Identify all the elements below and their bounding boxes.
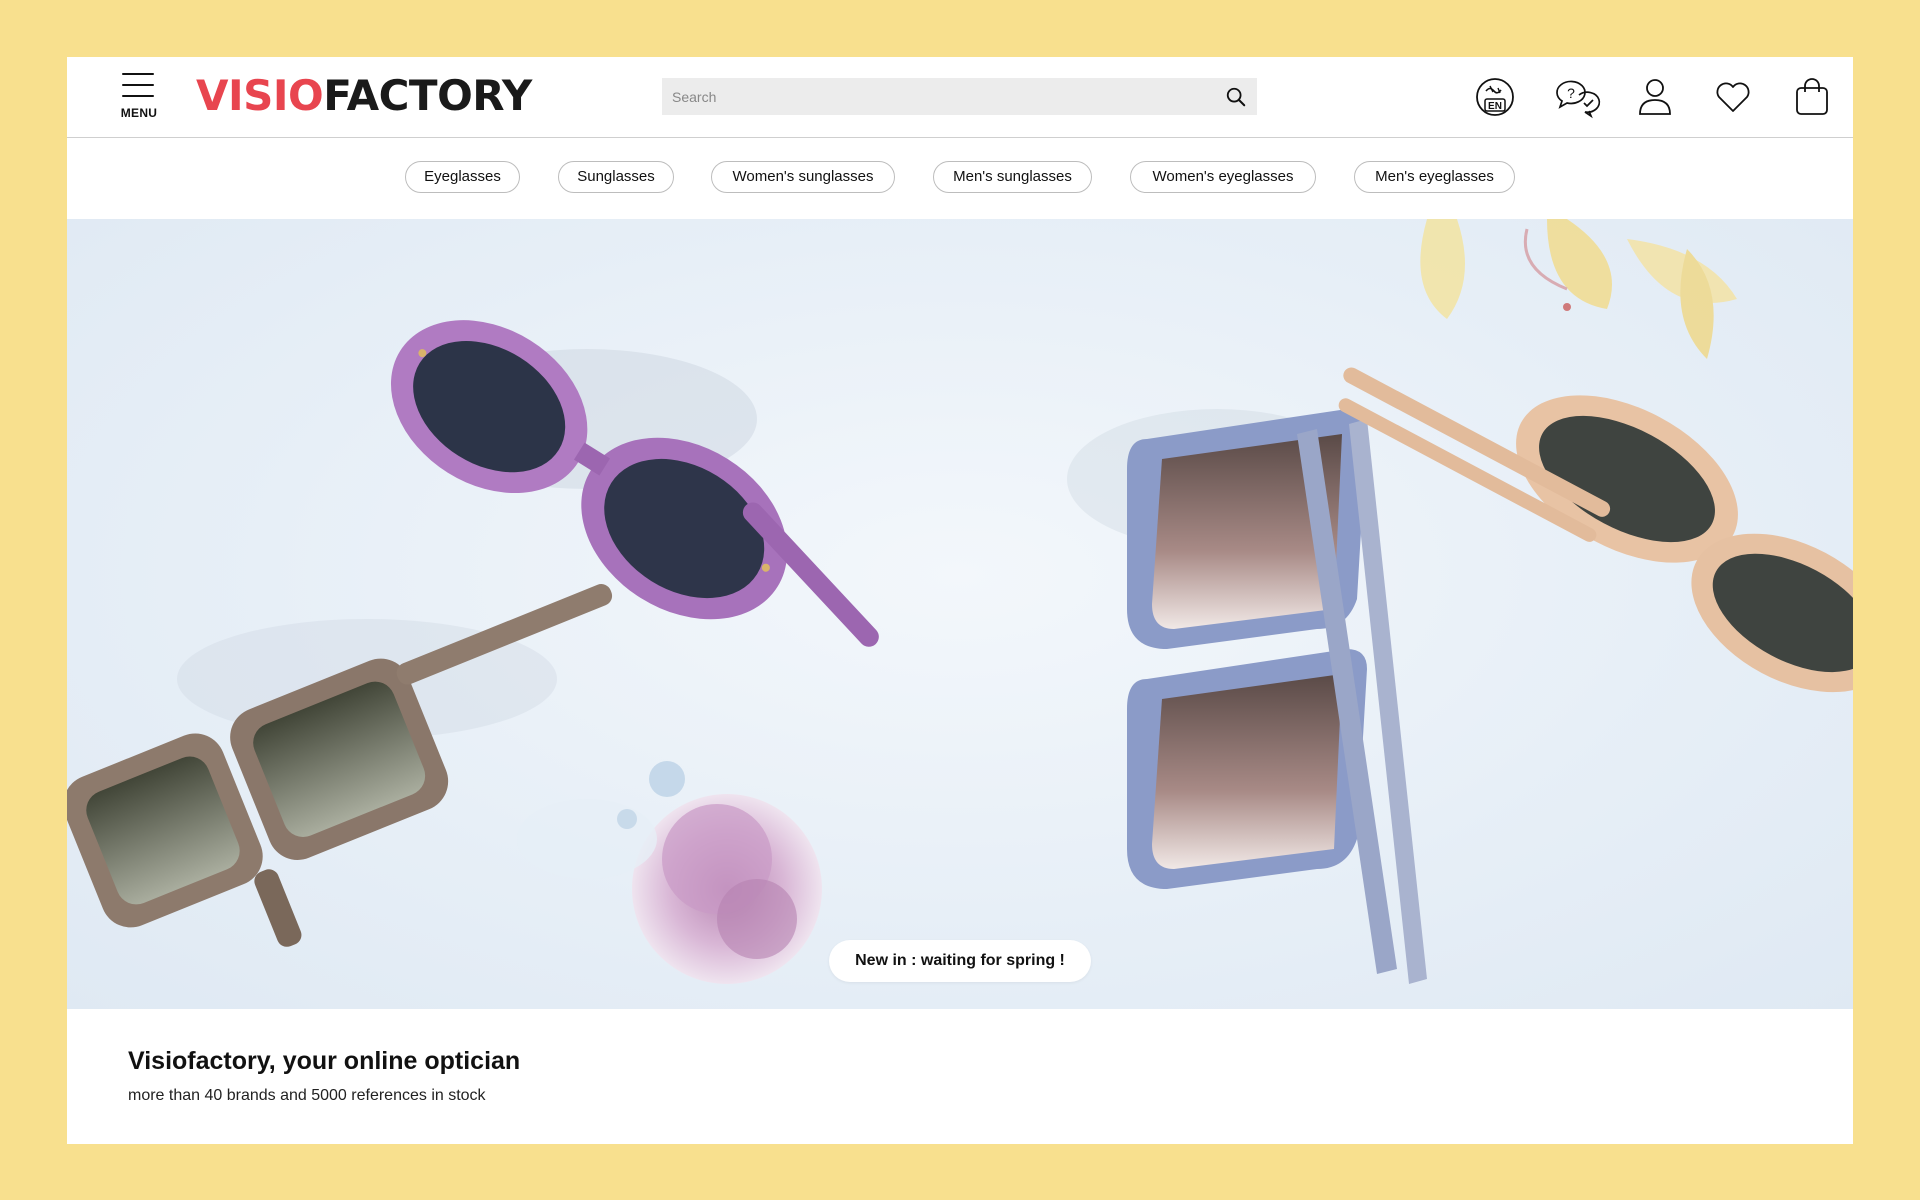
shopping-bag-icon [1796, 78, 1828, 115]
category-nav: Eyeglasses Sunglasses Women's sunglasses… [67, 138, 1853, 218]
category-mens-sunglasses[interactable]: Men's sunglasses [933, 161, 1092, 193]
hero-cta-button[interactable]: New in : waiting for spring ! [829, 940, 1091, 982]
category-sunglasses[interactable]: Sunglasses [558, 161, 674, 193]
category-mens-eyeglasses[interactable]: Men's eyeglasses [1354, 161, 1515, 193]
language-icon: EN [1476, 78, 1514, 116]
svg-text:?: ? [1567, 85, 1575, 101]
logo-visio: VISIO [196, 71, 324, 120]
category-womens-sunglasses[interactable]: Women's sunglasses [711, 161, 895, 193]
search-bar [662, 78, 1257, 115]
hero-banner[interactable]: New in : waiting for spring ! [67, 219, 1853, 1009]
help-chat-icon: ? [1556, 80, 1601, 119]
menu-label: MENU [120, 106, 158, 120]
account-icon [1639, 79, 1671, 115]
intro-subtitle: more than 40 brands and 5000 references … [128, 1087, 486, 1104]
hero-image [67, 219, 1853, 984]
help-button[interactable]: ? [1553, 75, 1601, 119]
account-button[interactable] [1633, 75, 1677, 119]
intro-title: Visiofactory, your online optician [128, 1047, 521, 1075]
logo[interactable]: VISIOFACTORY [196, 71, 532, 121]
language-button[interactable]: EN [1473, 75, 1517, 119]
hamburger-icon [122, 73, 154, 103]
menu-button[interactable]: MENU [117, 73, 157, 123]
page: MENU VISIOFACTORY EN [67, 57, 1853, 1144]
wishlist-button[interactable] [1711, 75, 1755, 119]
wishlist-heart-icon [1716, 82, 1750, 112]
language-badge: EN [1488, 101, 1502, 112]
site-header: MENU VISIOFACTORY EN [67, 57, 1853, 138]
cart-button[interactable] [1790, 75, 1834, 119]
search-icon[interactable] [1225, 86, 1247, 108]
search-input[interactable] [662, 78, 1222, 115]
category-eyeglasses[interactable]: Eyeglasses [405, 161, 520, 193]
logo-factory: FACTORY [323, 71, 532, 120]
category-womens-eyeglasses[interactable]: Women's eyeglasses [1130, 161, 1316, 193]
